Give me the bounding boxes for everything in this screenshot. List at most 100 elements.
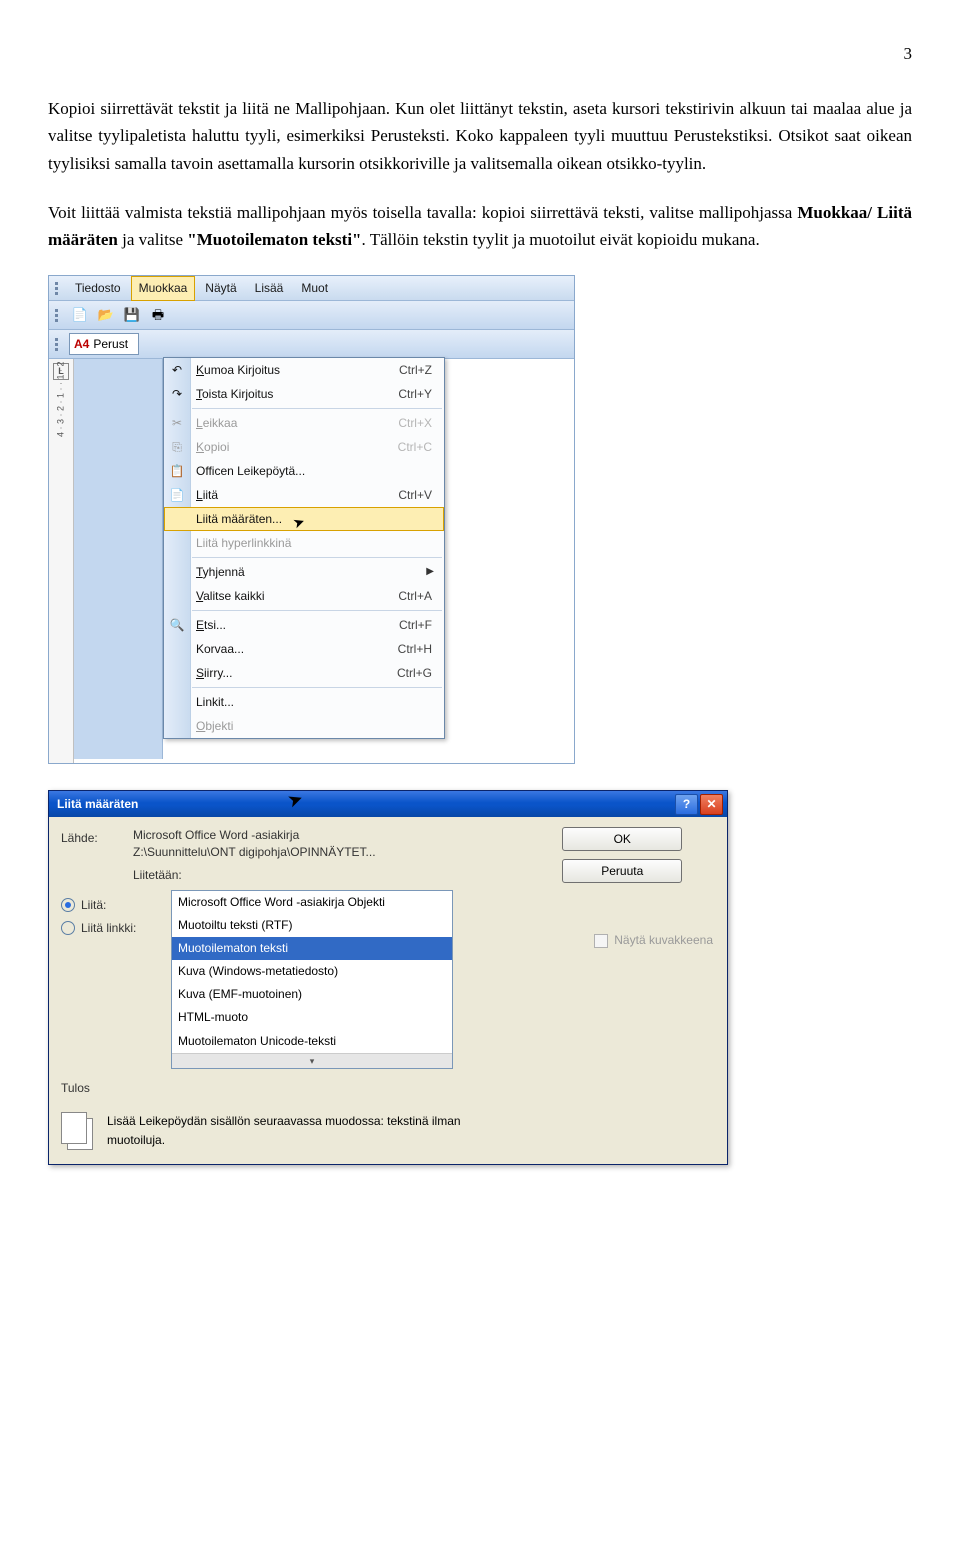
menu-muotoile[interactable]: Muot [293,276,336,301]
p2-part-c: ja valitse [118,230,187,249]
radio-paste-link[interactable]: Liitä linkki: [61,919,171,938]
show-as-icon-checkbox: Näytä kuvakkeena [594,931,713,950]
menu-separator [192,610,442,611]
show-as-icon-label: Näytä kuvakkeena [614,931,713,950]
print-icon[interactable]: 🖶 [147,304,169,326]
result-label: Tulos [61,1077,133,1098]
menu-item-label: Valitse kaikki [196,587,264,606]
source-path: Z:\Suunnittelu\ONT digipohja\OPINNÄYTET.… [133,844,376,861]
menu-item[interactable]: 📋Officen Leikepöytä... [164,459,444,483]
menu-item[interactable]: 🔍Etsi...Ctrl+F [164,613,444,637]
paste-special-dialog-wrap: Liitä määräten ➤ ? ✕ OK Peruuta Näytä ku… [48,790,728,1165]
menu-separator [192,687,442,688]
p2-part-a: Voit liittää valmista tekstiä mallipohja… [48,203,797,222]
menu-item-label: Etsi... [196,616,226,635]
menu-item-icon: ✂ [168,414,186,433]
result-clipboard-icon [61,1112,95,1152]
menu-item-shortcut: Ctrl+A [398,587,432,606]
toolbar-grip-icon [55,282,63,295]
menu-item[interactable]: ↷ Toista Kirjoitus Ctrl+Y [164,382,444,406]
menu-item-label: Kumoa Kirjoitus [196,361,280,380]
menu-item-shortcut: Ctrl+Y [398,385,432,404]
radio-paste-link-label: Liitä linkki: [81,919,136,938]
format-listbox[interactable]: Microsoft Office Word -asiakirja Objekti… [171,890,453,1069]
radio-dot-icon [61,921,75,935]
menu-item-label: Liitä [196,486,218,505]
close-button[interactable]: ✕ [700,794,723,815]
cancel-button[interactable]: Peruuta [562,859,682,883]
toolbar-grip-icon [55,338,63,351]
listbox-scroll-icon[interactable]: ▾ [172,1053,452,1068]
menu-tiedosto[interactable]: Tiedosto [67,276,129,301]
word-menubar: Tiedosto Muokkaa Näytä Lisää Muot [49,276,574,301]
body-paragraph-1: Kopioi siirrettävät tekstit ja liitä ne … [48,95,912,177]
menu-separator [192,557,442,558]
menu-item-shortcut: Ctrl+F [399,616,432,635]
word-window: Tiedosto Muokkaa Näytä Lisää Muot 📄 📂 💾 … [48,275,575,764]
format-option[interactable]: HTML-muoto [172,1006,452,1029]
radio-paste-label: Liitä: [81,896,106,915]
menu-item-icon: ↶ [168,361,186,380]
liitetaan-label: Liitetään: [133,867,376,884]
word-toolbar-2: A4 Perust [49,330,574,359]
menu-item-label: Objekti [196,717,233,736]
menu-item-shortcut: Ctrl+C [398,438,432,457]
format-option[interactable]: Kuva (Windows-metatiedosto) [172,960,452,983]
menu-lisaa[interactable]: Lisää [247,276,292,301]
paste-special-dialog: Liitä määräten ➤ ? ✕ OK Peruuta Näytä ku… [48,790,728,1165]
menu-item: ✂ Leikkaa Ctrl+X [164,411,444,435]
style-name: Perust [93,335,128,354]
source-label: Lähde: [61,827,133,848]
menu-item: Objekti [164,714,444,738]
format-option[interactable]: Microsoft Office Word -asiakirja Objekti [172,891,452,914]
menu-item-label: Tyhjennä [196,563,245,582]
p2-part-e: . Tällöin tekstin tyylit ja muotoilut ei… [362,230,760,249]
muokkaa-dropdown: ↶Kumoa KirjoitusCtrl+Z↷Toista KirjoitusC… [163,357,445,739]
style-selector[interactable]: A4 Perust [69,333,139,355]
menu-item[interactable]: Korvaa...Ctrl+H [164,637,444,661]
dialog-title: Liitä määräten [57,795,138,814]
menu-item-icon: ↷ [168,385,186,404]
format-option[interactable]: Muotoilematon Unicode-teksti [172,1030,452,1053]
submenu-arrow-icon: ▶ [426,564,434,580]
format-option[interactable]: Kuva (EMF-muotoinen) [172,983,452,1006]
style-prefix-icon: A4 [74,335,89,354]
format-option[interactable]: Muotoilematon teksti [172,937,452,960]
menu-item[interactable]: ↶Kumoa KirjoitusCtrl+Z [164,358,444,382]
menu-item-icon: 📄 [168,486,186,505]
word-subrow: L 4 · 3 · 2 · 1 · · 1 · 2 ↶Kumoa Kirjoit… [49,359,574,763]
menu-separator [192,408,442,409]
menu-item-label: Linkit... [196,693,234,712]
help-button[interactable]: ? [675,794,698,815]
menu-item[interactable]: Tyhjennä ▶ [164,560,444,584]
dialog-body: OK Peruuta Näytä kuvakkeena Lähde: Micro… [49,817,727,1164]
format-option[interactable]: Muotoiltu teksti (RTF) [172,914,452,937]
menu-item-shortcut: Ctrl+G [397,664,432,683]
ok-button[interactable]: OK [562,827,682,851]
menu-nayta[interactable]: Näytä [197,276,244,301]
open-icon[interactable]: 📂 [95,304,117,326]
menu-item-label: Kopioi [196,438,229,457]
menu-item-label: Toista Kirjoitus [196,385,273,404]
menu-item: ⎘ Kopioi Ctrl+C [164,435,444,459]
menu-item[interactable]: Liitä määräten...➤ [164,507,444,531]
menu-item-label: Siirry... [196,664,232,683]
new-doc-icon[interactable]: 📄 [69,304,91,326]
word-toolbar-1: 📄 📂 💾 🖶 [49,301,574,330]
menu-item[interactable]: Linkit... [164,690,444,714]
source-info: Microsoft Office Word -asiakirja Z:\Suun… [133,827,376,883]
menu-item[interactable]: Siirry... Ctrl+G [164,661,444,685]
menu-item-icon: ⎘ [168,438,186,457]
menu-item-icon: 📋 [168,462,186,481]
radio-dot-icon [61,898,75,912]
save-icon[interactable]: 💾 [121,304,143,326]
source-line1: Microsoft Office Word -asiakirja [133,827,376,844]
menu-item[interactable]: 📄LiitäCtrl+V [164,483,444,507]
menu-item-label: Leikkaa [196,414,237,433]
menu-item[interactable]: Valitse kaikki Ctrl+A [164,584,444,608]
menu-muokkaa[interactable]: Muokkaa [131,276,196,301]
radio-paste[interactable]: Liitä: [61,896,171,915]
menu-item-label: Liitä hyperlinkkinä [196,534,291,553]
menu-item-shortcut: Ctrl+X [398,414,432,433]
page-number: 3 [48,40,912,67]
